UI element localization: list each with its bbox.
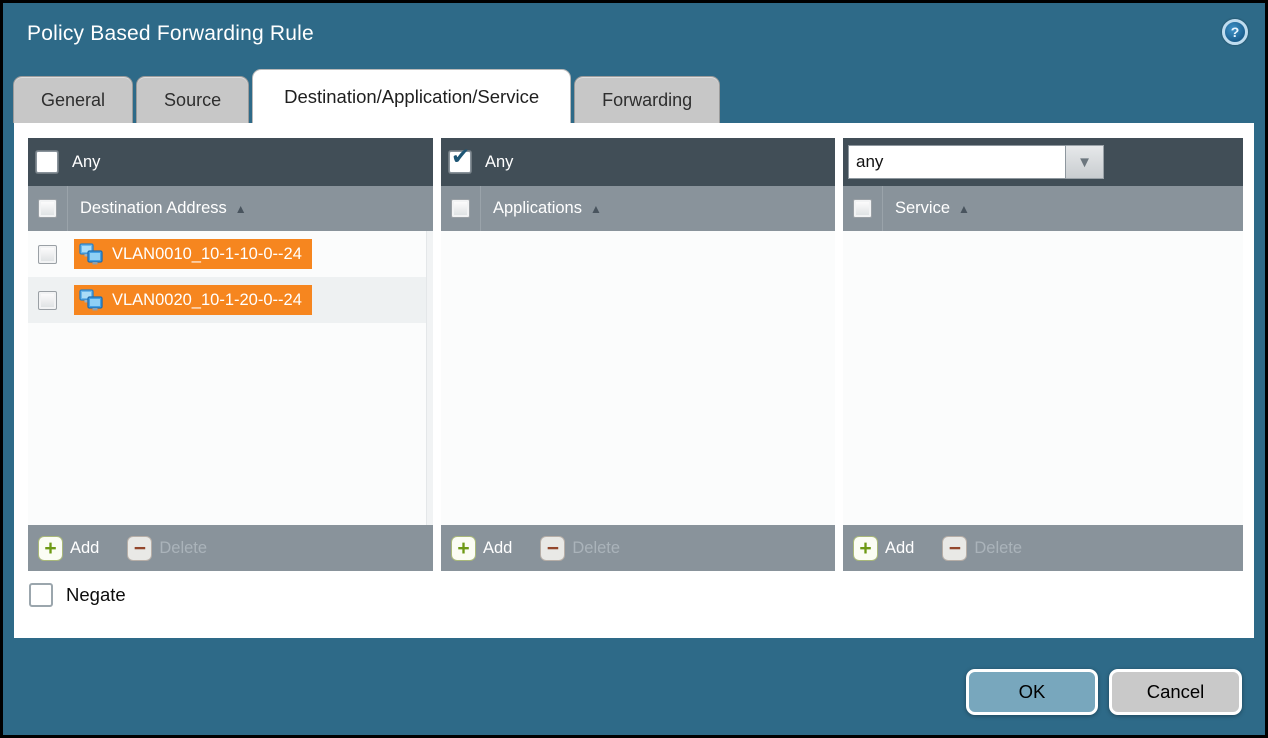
delete-icon: − [540,536,565,561]
row-checkbox[interactable] [38,291,57,310]
applications-select-all-checkbox[interactable] [451,199,470,218]
address-object-chip: VLAN0020_10-1-20-0--24 [74,285,312,315]
tab-source[interactable]: Source [136,76,249,123]
negate-checkbox[interactable] [29,583,53,607]
cancel-button[interactable]: Cancel [1109,669,1242,715]
service-dropdown-button[interactable]: ▼ [1066,145,1104,179]
destination-any-label: Any [72,153,100,172]
destination-any-bar: Any [28,138,433,186]
service-add-button[interactable]: + Add [853,536,914,561]
destination-select-all-checkbox[interactable] [38,199,57,218]
service-column-header[interactable]: Service ▲ [843,186,1243,231]
checkmark-icon: ✔ [451,145,470,168]
add-icon: + [451,536,476,561]
sort-ascending-icon: ▲ [590,202,602,216]
service-select-all-checkbox[interactable] [853,199,872,218]
tab-destination-application-service[interactable]: Destination/Application/Service [252,69,571,123]
negate-label: Negate [66,584,126,606]
policy-based-forwarding-dialog: Policy Based Forwarding Rule ? General S… [0,0,1268,738]
header-divider [882,186,883,231]
question-mark-glyph: ? [1231,25,1240,39]
destination-row-vlan0010[interactable]: VLAN0010_10-1-10-0--24 [28,231,433,277]
tab-content-panel: Any Destination Address ▲ [14,123,1254,638]
tab-general[interactable]: General [13,76,133,123]
chevron-down-icon: ▼ [1077,154,1092,171]
applications-any-bar: ✔ Any [441,138,835,186]
tab-forwarding[interactable]: Forwarding [574,76,720,123]
service-delete-button[interactable]: − Delete [942,536,1022,561]
add-icon: + [38,536,63,561]
negate-option: Negate [29,583,126,607]
sort-ascending-icon: ▲ [235,202,247,216]
service-list [843,231,1243,525]
delete-icon: − [942,536,967,561]
applications-column-header[interactable]: Applications ▲ [441,186,835,231]
applications-toolbar: + Add − Delete [441,525,835,571]
service-dropdown-value[interactable]: any [848,145,1066,179]
destination-add-button[interactable]: + Add [38,536,99,561]
destination-toolbar: + Add − Delete [28,525,433,571]
header-divider [480,186,481,231]
help-icon[interactable]: ? [1222,19,1248,45]
ok-button[interactable]: OK [966,669,1098,715]
applications-any-label: Any [485,153,513,172]
add-icon: + [853,536,878,561]
network-icon [79,289,105,311]
applications-list [441,231,835,525]
network-icon [79,243,105,265]
destination-row-vlan0020[interactable]: VLAN0020_10-1-20-0--24 [28,277,433,323]
service-column: any ▼ Service ▲ + [843,138,1243,571]
applications-add-button[interactable]: + Add [451,536,512,561]
destination-address-list: VLAN0010_10-1-10-0--24 [28,231,433,525]
destination-address-column-header[interactable]: Destination Address ▲ [28,186,433,231]
service-any-bar: any ▼ [843,138,1243,186]
address-object-chip: VLAN0010_10-1-10-0--24 [74,239,312,269]
delete-icon: − [127,536,152,561]
tab-bar: General Source Destination/Application/S… [13,69,720,123]
service-dropdown: any ▼ [848,145,1104,179]
destination-delete-button[interactable]: − Delete [127,536,207,561]
applications-delete-button[interactable]: − Delete [540,536,620,561]
header-divider [67,186,68,231]
dialog-title: Policy Based Forwarding Rule [27,22,314,46]
destination-address-column: Any Destination Address ▲ [28,138,433,571]
applications-column: ✔ Any Applications ▲ + Add [441,138,835,571]
scrollbar-track[interactable] [426,231,433,525]
destination-any-checkbox[interactable] [36,151,58,173]
sort-ascending-icon: ▲ [958,202,970,216]
applications-any-checkbox[interactable]: ✔ [449,151,471,173]
service-toolbar: + Add − Delete [843,525,1243,571]
row-checkbox[interactable] [38,245,57,264]
three-column-layout: Any Destination Address ▲ [28,138,1243,571]
